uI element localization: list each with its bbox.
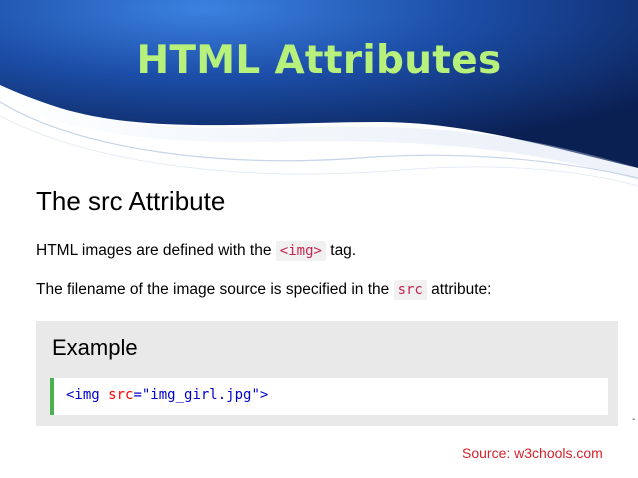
blue-swoosh-banner <box>0 0 638 187</box>
code-equals: = <box>133 387 142 403</box>
paragraph-src-attr: The filename of the image source is spec… <box>36 280 492 300</box>
paragraph-img-tag: HTML images are defined with the <img> t… <box>36 241 357 261</box>
edge-mark: - <box>632 414 636 425</box>
source-credit: Source: w3chools.com <box>462 445 603 461</box>
code-attr-name: src <box>99 387 134 403</box>
slide: HTML Attributes The src Attribute HTML i… <box>0 0 638 478</box>
code-block: <img src="img_girl.jpg"> <box>50 378 608 415</box>
paragraph-text: tag. <box>325 242 357 259</box>
code-attr-value: "img_girl.jpg" <box>141 387 260 403</box>
inline-code-img: <img> <box>275 241 326 261</box>
inline-code-src: src <box>393 280 427 300</box>
paragraph-text: HTML images are defined with the <box>36 242 276 259</box>
section-heading: The src Attribute <box>36 186 226 216</box>
example-heading: Example <box>52 335 138 360</box>
slide-title: HTML Attributes <box>136 38 502 83</box>
example-box: Example <img src="img_girl.jpg"> <box>36 321 618 426</box>
paragraph-text: attribute: <box>426 281 492 298</box>
code-tag-close: > <box>259 387 269 403</box>
code-tag-open: <img <box>66 387 100 403</box>
code-line: <img src="img_girl.jpg"> <box>66 387 268 403</box>
paragraph-text: The filename of the image source is spec… <box>36 281 394 298</box>
